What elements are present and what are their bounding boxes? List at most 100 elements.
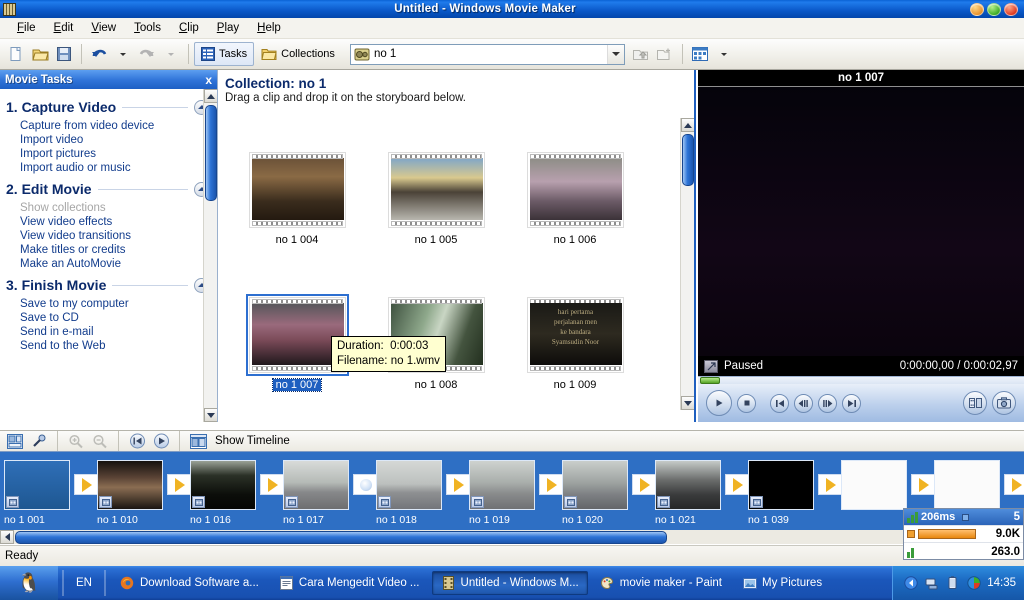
scroll-down-arrow[interactable]	[681, 396, 694, 410]
open-project-button[interactable]	[28, 42, 52, 66]
scrollbar-thumb[interactable]	[205, 105, 217, 201]
collections-button[interactable]: Collections	[254, 42, 342, 66]
taskbar-clock[interactable]: 14:35	[987, 577, 1016, 589]
play-button[interactable]	[706, 390, 732, 416]
task-group-finish-movie[interactable]: 3. Finish Movie	[0, 277, 217, 293]
views-dropdown[interactable]	[712, 42, 736, 66]
storyboard-clip-no-1-019[interactable]: no 1 019	[469, 460, 535, 526]
undo-dropdown[interactable]	[111, 42, 135, 66]
task-group-capture-video[interactable]: 1. Capture Video	[0, 99, 217, 115]
up-one-level-button[interactable]	[629, 42, 653, 66]
new-collection-folder-button[interactable]	[653, 42, 677, 66]
storyboard-clip-no-1-017[interactable]: no 1 017	[283, 460, 349, 526]
minimize-button[interactable]	[970, 2, 984, 16]
storyboard-thumbnail[interactable]	[934, 460, 1000, 510]
clip-thumbnail[interactable]	[526, 152, 624, 228]
menu-view[interactable]: View	[82, 20, 125, 36]
menu-tools[interactable]: Tools	[125, 20, 170, 36]
scrollbar-thumb[interactable]	[682, 134, 694, 186]
redo-button[interactable]	[135, 42, 159, 66]
taskbar-item-my-pictures[interactable]: My Pictures	[734, 571, 830, 595]
stop-button[interactable]	[737, 393, 756, 413]
rewind-timeline-button[interactable]	[126, 431, 148, 451]
scroll-down-arrow[interactable]	[204, 408, 217, 422]
split-clip-button[interactable]	[963, 391, 987, 415]
new-project-button[interactable]	[4, 42, 28, 66]
taskbar-item-download-software[interactable]: Download Software a...	[112, 571, 267, 595]
storyboard-thumbnail[interactable]	[97, 460, 163, 510]
menu-clip[interactable]: Clip	[170, 20, 208, 36]
task-link-view-video-transitions[interactable]: View video transitions	[0, 229, 217, 243]
redo-dropdown[interactable]	[159, 42, 183, 66]
zoom-out-button[interactable]	[89, 431, 111, 451]
task-link-save-to-my-computer[interactable]: Save to my computer	[0, 297, 217, 311]
task-link-import-audio-or-music[interactable]: Import audio or music	[0, 161, 217, 175]
taskbar-item-cara-mengedit-video[interactable]: Cara Mengedit Video ...	[271, 571, 428, 595]
back-arrow-icon[interactable]	[903, 576, 918, 591]
start-button[interactable]: 🐧	[0, 566, 58, 600]
storyboard-clip-no-1-021[interactable]: no 1 021	[655, 460, 721, 526]
seek-handle[interactable]	[700, 377, 720, 384]
task-link-send-in-e-mail[interactable]: Send in e-mail	[0, 325, 217, 339]
save-project-button[interactable]	[52, 42, 76, 66]
scroll-up-arrow[interactable]	[681, 118, 694, 132]
storyboard-thumbnail[interactable]	[190, 460, 256, 510]
collection-combobox[interactable]: no 1	[349, 43, 625, 65]
preview-seek-bar[interactable]	[698, 376, 1024, 384]
task-link-save-to-cd[interactable]: Save to CD	[0, 311, 217, 325]
clip-item-no-1-006[interactable]: no 1 006	[505, 152, 645, 246]
storyboard-thumbnail[interactable]	[469, 460, 535, 510]
collection-scrollbar[interactable]	[680, 118, 694, 410]
previous-frame-button[interactable]	[770, 393, 789, 413]
task-link-view-video-effects[interactable]: View video effects	[0, 215, 217, 229]
task-link-make-an-automovie[interactable]: Make an AutoMovie	[0, 257, 217, 271]
storyboard-clip-no-1-010[interactable]: no 1 010	[97, 460, 163, 526]
storyboard-thumbnail[interactable]	[655, 460, 721, 510]
storyboard-clip-no-1-018[interactable]: no 1 018	[376, 460, 442, 526]
views-button[interactable]	[688, 42, 712, 66]
storyboard-strip[interactable]: no 1 001 no 1 010 no 1 016 no 1 017 no 1…	[0, 452, 1024, 530]
storyboard-thumbnail[interactable]	[4, 460, 70, 510]
clip-item-no-1-005[interactable]: no 1 005	[366, 152, 506, 246]
storyboard-clip-no-1-020[interactable]: no 1 020	[562, 460, 628, 526]
step-back-button[interactable]	[794, 393, 813, 413]
fullscreen-icon[interactable]	[704, 359, 718, 373]
menu-play[interactable]: Play	[208, 20, 248, 36]
tasks-scrollbar[interactable]	[203, 89, 217, 422]
storyboard-clip-no-1-039[interactable]: no 1 039	[748, 460, 814, 526]
maximize-button[interactable]	[987, 2, 1001, 16]
scroll-up-arrow[interactable]	[204, 89, 217, 103]
task-link-capture-from-video-device[interactable]: Capture from video device	[0, 119, 217, 133]
show-timeline-label[interactable]: Show Timeline	[215, 435, 290, 447]
close-icon[interactable]: x	[205, 73, 212, 87]
scroll-left-arrow[interactable]	[0, 530, 14, 544]
clip-thumbnail[interactable]	[248, 152, 346, 228]
show-timeline-icon[interactable]	[187, 431, 209, 451]
clip-item-no-1-009[interactable]: hari pertama perjalanan men ke bandara Syam…	[505, 297, 645, 391]
taskbar-item-movie-maker[interactable]: Untitled - Windows M...	[431, 571, 588, 595]
preview-video-surface[interactable]	[698, 87, 1024, 356]
language-indicator[interactable]: EN	[68, 577, 100, 589]
menu-file[interactable]: FFileile	[8, 20, 45, 36]
network-icon[interactable]	[924, 576, 939, 591]
clip-thumbnail[interactable]: hari pertama perjalanan men ke bandara Syam…	[526, 297, 624, 373]
play-timeline-button[interactable]	[150, 431, 172, 451]
storyboard-view-button[interactable]	[4, 431, 26, 451]
undo-button[interactable]	[87, 42, 111, 66]
clip-item-no-1-004[interactable]: no 1 004	[227, 152, 367, 246]
battery-icon[interactable]	[945, 576, 960, 591]
chevron-down-icon[interactable]	[606, 44, 624, 64]
tasks-button[interactable]: Tasks	[194, 42, 255, 66]
storyboard-clip-no-1-016[interactable]: no 1 016	[190, 460, 256, 526]
storyboard-hscrollbar[interactable]	[0, 530, 1024, 544]
storyboard-clip-empty-1[interactable]	[841, 460, 907, 510]
display-icon[interactable]	[966, 576, 981, 591]
storyboard-thumbnail[interactable]	[283, 460, 349, 510]
task-link-make-titles-or-credits[interactable]: Make titles or credits	[0, 243, 217, 257]
transition-slot[interactable]	[1004, 474, 1024, 495]
task-link-import-video[interactable]: Import video	[0, 133, 217, 147]
storyboard-thumbnail[interactable]	[841, 460, 907, 510]
menu-edit[interactable]: Edit	[45, 20, 83, 36]
storyboard-clip-no-1-001[interactable]: no 1 001	[4, 460, 70, 526]
storyboard-thumbnail[interactable]	[748, 460, 814, 510]
